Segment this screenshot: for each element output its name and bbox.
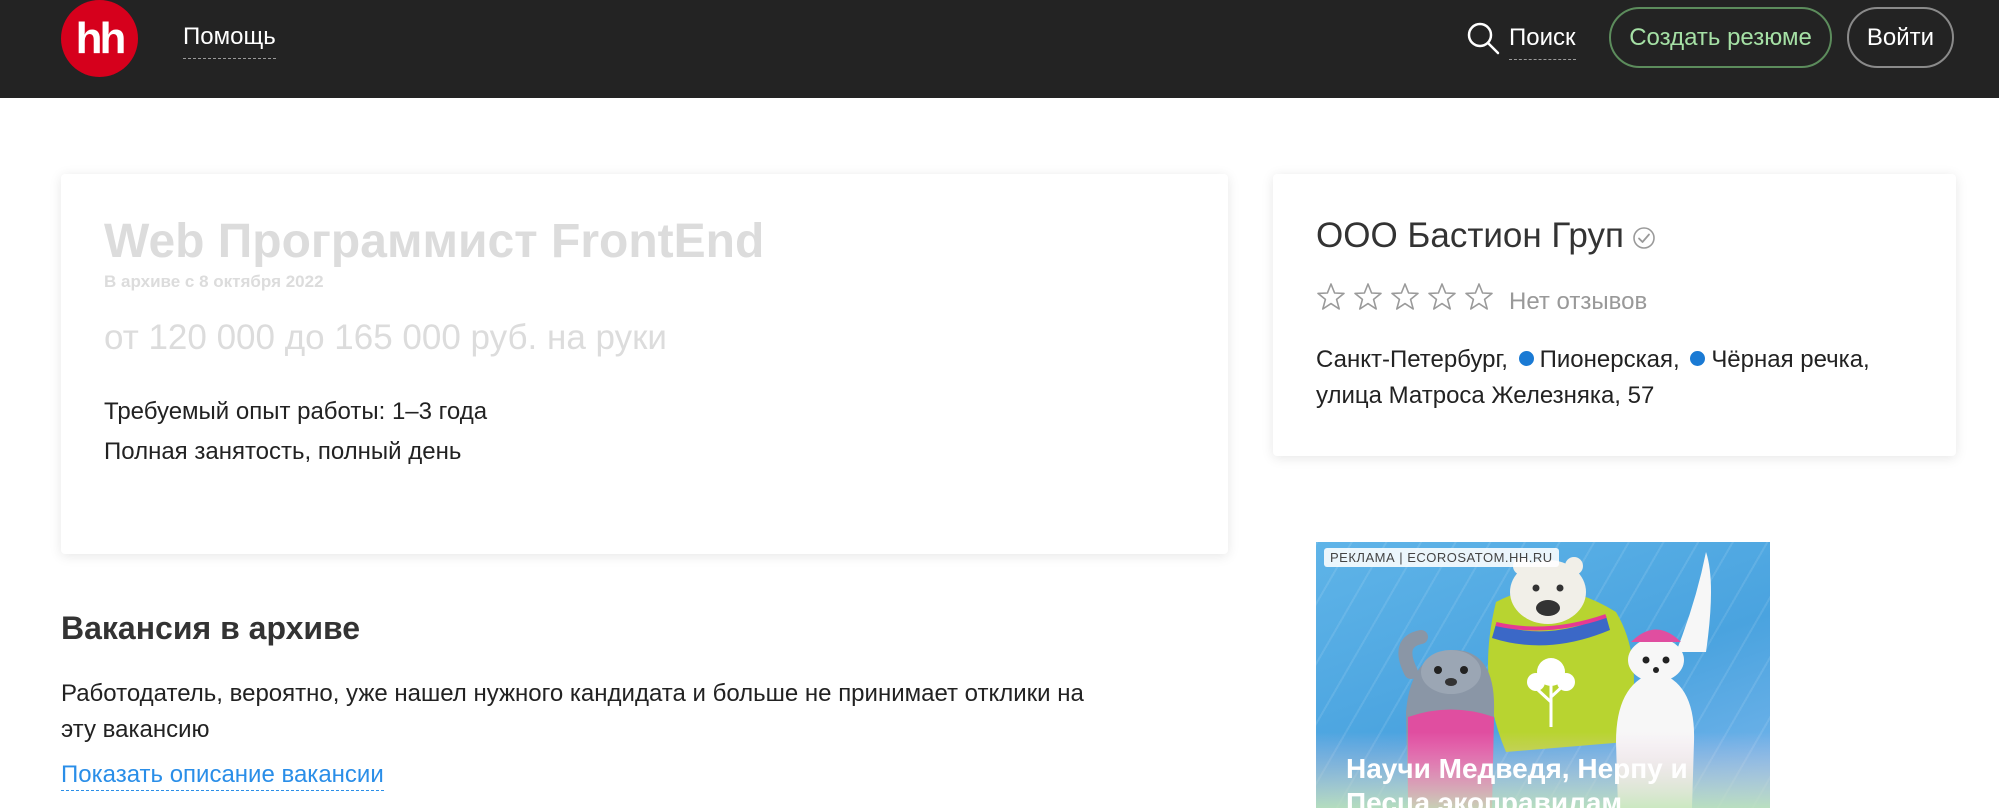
star-empty-icon [1391,283,1419,310]
metro-station-icon [1690,351,1706,366]
search-icon [1467,22,1500,55]
verified-check-icon [1633,227,1655,249]
login-button[interactable]: Войти [1847,7,1954,68]
star-empty-icon [1354,283,1382,310]
vacancy-experience: Требуемый опыт работы: 1–3 года [104,398,488,425]
no-reviews-label[interactable]: Нет отзывов [1509,288,1647,316]
archive-heading: Вакансия в архиве [61,610,361,646]
address-street: улица Матроса Железняка, 57 [1316,382,1655,409]
vacancy-salary: от 120 000 до 165 000 руб. на руки [104,318,667,357]
metro-station-1: Пионерская, [1539,346,1680,373]
top-navbar: hh Помощь Поиск Создать резюме Войти [0,0,1999,98]
vacancy-employment: Полная занятость, полный день [104,438,462,465]
archive-text: Работодатель, вероятно, уже нашел нужног… [61,680,1084,743]
rating-stars [1316,282,1501,312]
metro-station-icon [1518,351,1534,366]
vacancy-title: Web Программист FrontEnd [104,215,765,268]
vacancy-card: Web Программист FrontEnd В архиве с 8 ок… [61,174,1228,554]
search-label: Поиск [1509,23,1576,60]
star-empty-icon [1428,283,1456,310]
ad-banner[interactable]: РЕКЛАМА | ECOROSATOM.HH.RU Научи Медведя… [1316,542,1770,808]
star-empty-icon [1465,283,1493,310]
ad-caption: Научи Медведя, Нерпу и Песца экоправилам [1346,753,1688,808]
star-empty-icon [1317,283,1345,310]
company-name-text: ООО Бастион Груп [1316,216,1624,255]
create-resume-button[interactable]: Создать резюме [1609,7,1832,68]
show-description-link[interactable]: Показать описание вакансии [61,760,384,791]
company-name[interactable]: ООО Бастион Груп [1316,216,1656,256]
company-card: ООО Бастион Груп Нет отзывов Санкт-Петер… [1273,174,1956,456]
hh-logo[interactable]: hh [61,0,138,77]
search-button[interactable]: Поиск [1465,18,1576,60]
ad-label: РЕКЛАМА | ECOROSATOM.HH.RU [1324,548,1559,567]
help-link[interactable]: Помощь [183,22,276,59]
address-city: Санкт-Петербург, [1316,346,1508,373]
company-address: Санкт-Петербург, Пионерская, Чёрная речк… [1316,342,1936,414]
metro-station-2: Чёрная речка, [1711,346,1870,373]
archived-date: В архиве с 8 октября 2022 [104,272,324,291]
